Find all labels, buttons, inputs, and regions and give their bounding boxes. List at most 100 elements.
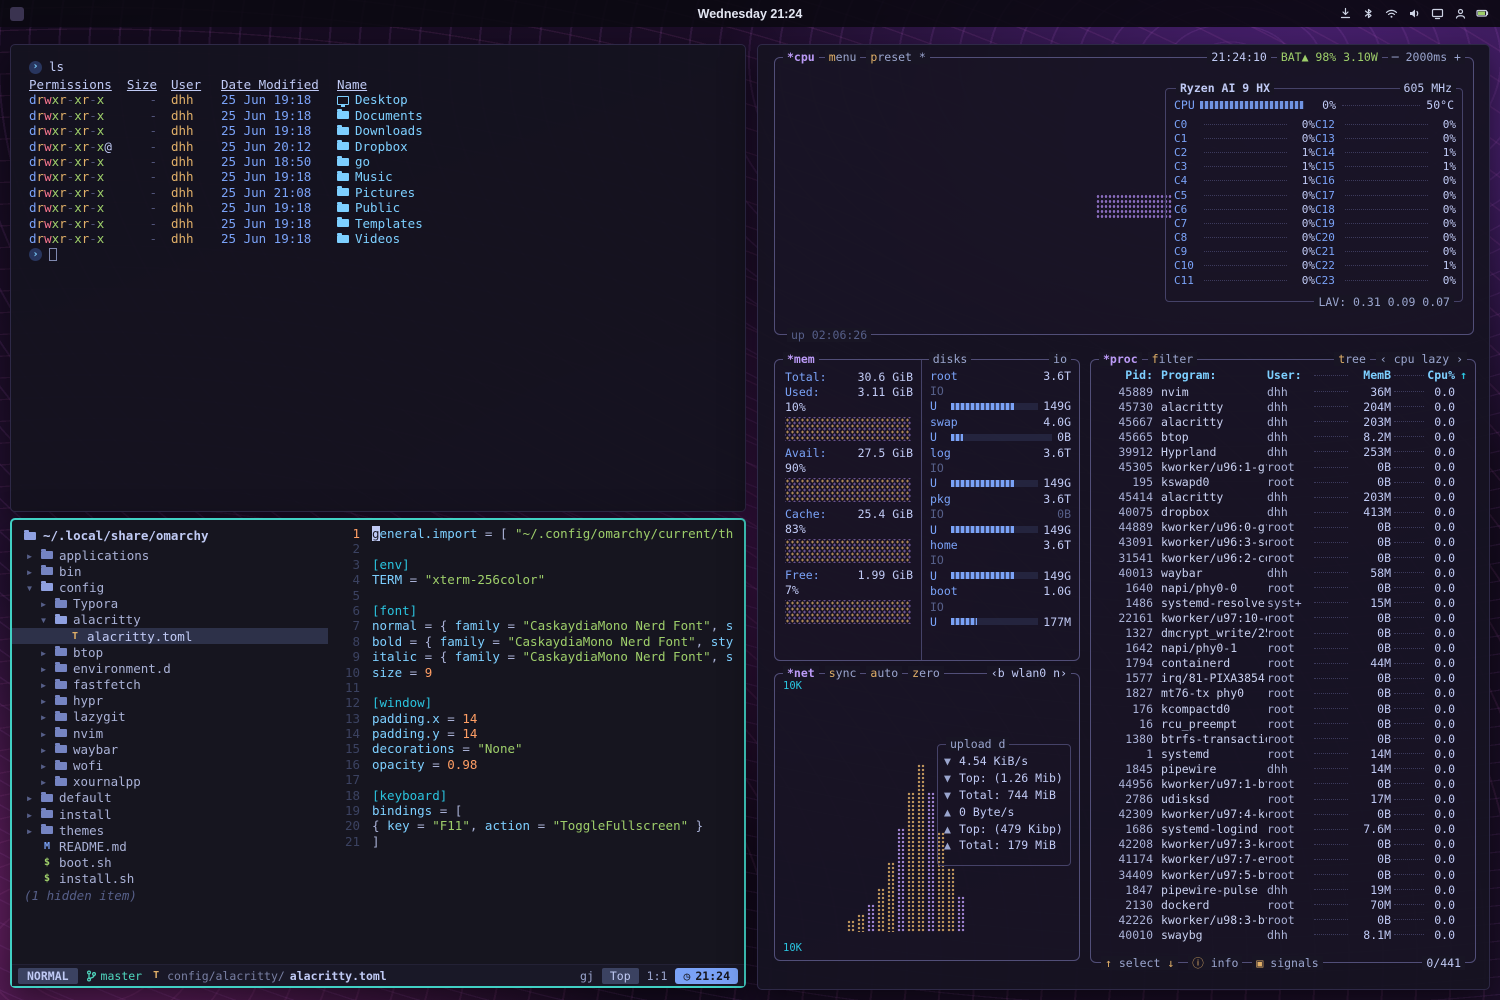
editor-window[interactable]: ~/.local/share/omarchy ▸applications▸bin… [10,518,746,988]
file-name[interactable]: Videos [337,231,727,246]
process-row[interactable]: 42309kworker/u97:4-kcroot0B0.0 [1099,807,1467,822]
file-name[interactable]: go [337,154,727,169]
process-row[interactable]: 16rcu_preemptroot0B0.0 [1099,716,1467,731]
process-row[interactable]: 43091kworker/u96:3-sdroot0B0.0 [1099,535,1467,550]
tree-item-readme-md[interactable]: MREADME.md [12,838,328,854]
tree-item-xournalpp[interactable]: ▸xournalpp [12,774,328,790]
net-stats-panel-title[interactable]: upload d [946,737,1009,751]
refresh-rate-control[interactable]: ─ 2000ms + [1388,50,1465,64]
process-row[interactable]: 1380btrfs-transactioroot0B0.0 [1099,731,1467,746]
file-name[interactable]: Documents [337,108,727,123]
tree-item-config[interactable]: ▾config [12,579,328,595]
process-row[interactable]: 31541kworker/u96:2-coroot0B0.0 [1099,550,1467,565]
app-menu-icon[interactable] [10,7,24,21]
tree-item-install-sh[interactable]: $install.sh [12,871,328,887]
process-row[interactable]: 22161kworker/u97:10-eroot0B0.0 [1099,610,1467,625]
battery-icon[interactable] [1476,7,1490,21]
process-row[interactable]: 1577irq/81-PIXA3854:root0B0.0 [1099,671,1467,686]
tree-item-fastfetch[interactable]: ▸fastfetch [12,677,328,693]
process-row[interactable]: 42226kworker/u98:3-btroot0B0.0 [1099,912,1467,927]
tree-item-alacritty[interactable]: ▾alacritty [12,612,328,628]
sort-selector[interactable]: ‹ cpu lazy › [1376,352,1467,366]
net-auto-button[interactable]: auto [866,666,902,680]
process-row[interactable]: 40010swaybgdhh8.1M0.0 [1099,927,1467,942]
file-name[interactable]: Downloads [337,123,727,138]
tree-item-alacritty-toml[interactable]: Talacritty.toml [12,628,328,644]
process-row[interactable]: 1847pipewire-pulsedhh19M0.0 [1099,882,1467,897]
file-name[interactable]: Public [337,200,727,215]
col-cpu-header[interactable]: Cpu% [1427,368,1455,382]
code-editor[interactable]: 123456789101112131415161718192021 genera… [328,520,744,964]
terminal-window[interactable]: › ls PermissionsSizeUserDate ModifiedNam… [10,44,746,512]
screen-icon[interactable] [1430,7,1444,21]
bluetooth-icon[interactable] [1361,7,1375,21]
tree-item-environment-d[interactable]: ▸environment.d [12,660,328,676]
user-icon[interactable] [1453,7,1467,21]
tree-item-nvim[interactable]: ▸nvim [12,725,328,741]
wifi-icon[interactable] [1384,7,1398,21]
net-sync-button[interactable]: sync [825,666,861,680]
process-row[interactable]: 45305kworker/u96:1-gfroot0B0.0 [1099,459,1467,474]
command-line-empty[interactable]: › [29,246,727,262]
file-name[interactable]: Music [337,169,727,184]
process-row[interactable]: 34409kworker/u97:5-btroot0B0.0 [1099,867,1467,882]
proc-box-title[interactable]: *proc [1099,352,1142,366]
net-interface[interactable]: ‹b wlan0 n› [987,666,1071,680]
process-row[interactable]: 195kswapd0root0B0.0 [1099,475,1467,490]
net-box-title[interactable]: *net [783,666,819,680]
tree-item-btop[interactable]: ▸btop [12,644,328,660]
proc-filter-button[interactable]: filter [1148,352,1198,366]
process-row[interactable]: 2786udisksdroot17M0.0 [1099,792,1467,807]
mem-box-title[interactable]: *mem [783,352,819,366]
footer-select[interactable]: ↑ select ↓ [1101,956,1178,970]
cpu-menu-button[interactable]: menu [825,50,861,64]
tree-root[interactable]: ~/.local/share/omarchy [12,526,328,547]
process-row[interactable]: 1827mt76-tx phy0root0B0.0 [1099,686,1467,701]
col-program-header[interactable]: Program: [1153,368,1267,382]
process-row[interactable]: 45665btopdhh8.2M0.0 [1099,429,1467,444]
process-row[interactable]: 1686systemd-logindroot7.6M0.0 [1099,822,1467,837]
process-row[interactable]: 39912Hyprlanddhh253M0.0 [1099,444,1467,459]
process-row[interactable]: 40075dropboxdhh413M0.0 [1099,505,1467,520]
process-row[interactable]: 42208kworker/u97:3-kcroot0B0.0 [1099,837,1467,852]
process-row[interactable]: 40013waybardhh58M0.0 [1099,565,1467,580]
col-user-header[interactable]: User: [1267,368,1311,382]
btop-window[interactable]: *cpu menupreset * 21:24:10 BAT▲ 98% 3.10… [757,44,1490,990]
tree-item-wofi[interactable]: ▸wofi [12,757,328,773]
proc-tree-button[interactable]: tree [1334,352,1370,366]
col-mem-header[interactable]: MemB [1351,368,1391,382]
footer-signals[interactable]: ▣ signals [1252,956,1322,970]
process-row[interactable]: 2130dockerdroot70M0.0 [1099,897,1467,912]
file-name[interactable]: Dropbox [337,139,727,154]
process-row[interactable]: 44889kworker/u96:0-gfroot0B0.0 [1099,520,1467,535]
tab-disks[interactable]: disks [929,352,972,366]
footer-info[interactable]: ⓘ info [1188,956,1242,970]
process-row[interactable]: 45889nvimdhh36M0.0 [1099,384,1467,399]
file-name[interactable]: Pictures [337,185,727,200]
file-name[interactable]: Desktop [337,92,727,107]
process-row[interactable]: 45667alacrittydhh203M0.0 [1099,414,1467,429]
process-row[interactable]: 1845pipewiredhh14M0.0 [1099,761,1467,776]
tree-item-bin[interactable]: ▸bin [12,563,328,579]
process-row[interactable]: 45414alacrittydhh203M0.0 [1099,490,1467,505]
cpu-preset--button[interactable]: preset * [866,50,929,64]
cpu-box-title[interactable]: *cpu [783,50,819,64]
tree-item-boot-sh[interactable]: $boot.sh [12,855,328,871]
process-row[interactable]: 1486systemd-resolvesyst+15M0.0 [1099,595,1467,610]
col-pid-header[interactable]: Pid: [1099,368,1153,382]
process-row[interactable]: 1640napi/phy0-0root0B0.0 [1099,580,1467,595]
tree-item-default[interactable]: ▸default [12,790,328,806]
tab-io[interactable]: io [1049,352,1071,366]
process-row[interactable]: 1327dmcrypt_write/25root0B0.0 [1099,626,1467,641]
volume-icon[interactable] [1407,7,1421,21]
tree-item-hypr[interactable]: ▸hypr [12,693,328,709]
tree-item-install[interactable]: ▸install [12,806,328,822]
process-row[interactable]: 1systemdroot14M0.0 [1099,746,1467,761]
tree-item-waybar[interactable]: ▸waybar [12,741,328,757]
download-icon[interactable] [1338,7,1352,21]
git-branch[interactable]: master [86,969,143,983]
file-name[interactable]: Templates [337,216,727,231]
process-row[interactable]: 176kcompactd0root0B0.0 [1099,701,1467,716]
net-zero-button[interactable]: zero [908,666,944,680]
tree-item-applications[interactable]: ▸applications [12,547,328,563]
